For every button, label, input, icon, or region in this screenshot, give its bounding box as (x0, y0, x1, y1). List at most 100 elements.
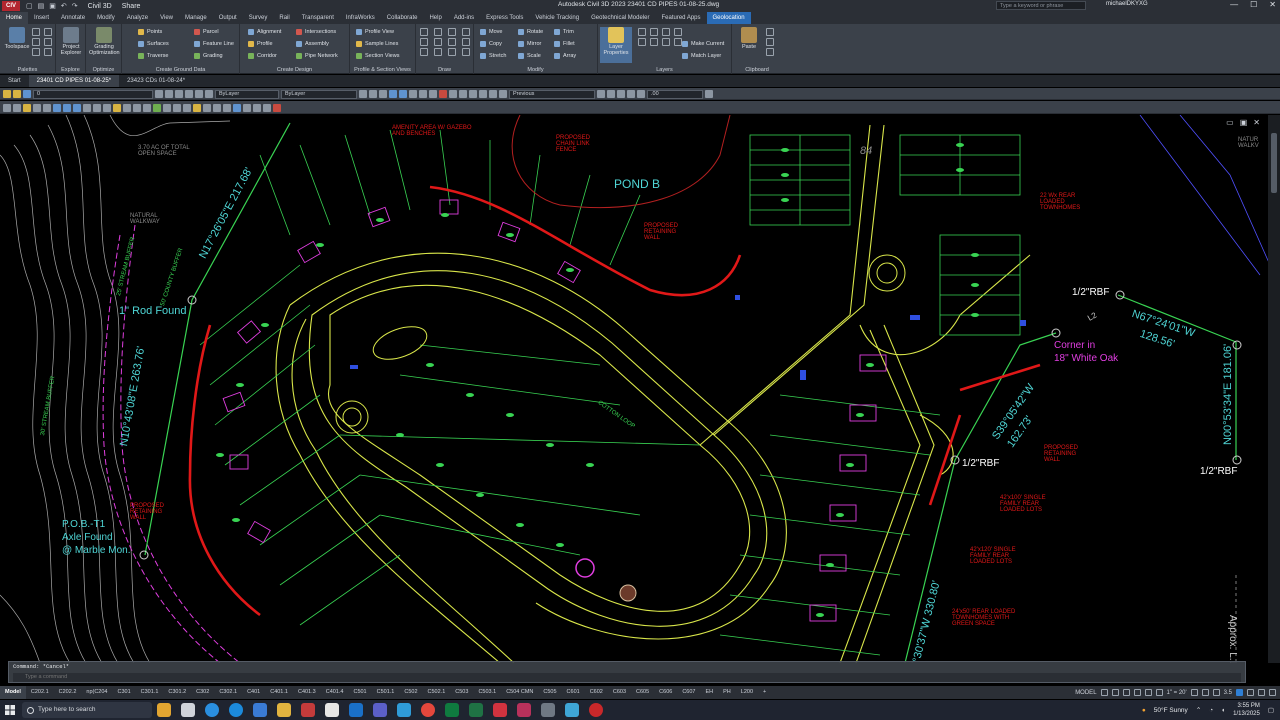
tool-icon[interactable] (183, 103, 191, 112)
layout-tab[interactable]: C505 (538, 686, 561, 699)
dim4-icon[interactable] (627, 90, 635, 98)
dist-icon[interactable] (419, 90, 427, 98)
app-icon[interactable] (565, 703, 579, 717)
tab-modify[interactable]: Modify (91, 12, 121, 24)
annotation-icon[interactable] (705, 90, 713, 98)
layout-tab[interactable]: C401.3 (293, 686, 321, 699)
layer-iso-icon[interactable] (165, 90, 173, 98)
network-icon[interactable]: ◔ (1209, 707, 1213, 714)
move-button[interactable]: Move (480, 27, 502, 37)
layout-tab[interactable]: C202.2 (54, 686, 82, 699)
palette-icon[interactable] (44, 28, 52, 36)
copy-button[interactable]: Copy (480, 39, 502, 49)
grading-optimization-button[interactable]: Grading Optimization (89, 27, 120, 56)
dim2-icon[interactable] (607, 90, 615, 98)
tab-survey[interactable]: Survey (243, 12, 274, 24)
volume-icon[interactable]: ◖ (1221, 707, 1225, 714)
tab-annotate[interactable]: Annotate (55, 12, 91, 24)
layout-tab[interactable]: C202.1 (26, 686, 54, 699)
stretch-button[interactable]: Stretch (480, 51, 506, 61)
layout-tab[interactable]: C502 (399, 686, 422, 699)
layout-tab[interactable]: C301.1 (136, 686, 164, 699)
tool-icon[interactable] (23, 103, 31, 112)
tab-geotechnical-modeler[interactable]: Geotechnical Modeler (585, 12, 655, 24)
notification-icon[interactable]: ▢ (1268, 706, 1274, 714)
point-icon[interactable] (420, 48, 428, 56)
insert-icon[interactable] (469, 90, 477, 98)
layout-tab[interactable]: C401.1 (265, 686, 293, 699)
line-icon[interactable] (420, 28, 428, 36)
layout-tab[interactable]: C502.1 (423, 686, 451, 699)
minimize-button[interactable]: — (1230, 0, 1238, 9)
tool-icon[interactable] (273, 103, 281, 112)
tool-icon[interactable] (233, 103, 241, 112)
alignment-button[interactable]: Alignment (248, 27, 281, 37)
project-explorer-button[interactable]: Project Explorer (56, 27, 86, 56)
palette-icon[interactable] (32, 38, 40, 46)
circle-icon[interactable] (448, 28, 456, 36)
dim5-icon[interactable] (637, 90, 645, 98)
array-button[interactable]: Array (554, 51, 576, 61)
pdf-icon[interactable] (301, 703, 315, 717)
area-icon[interactable] (429, 90, 437, 98)
profile-view-button[interactable]: Profile View (356, 27, 394, 37)
trim-button[interactable]: Trim (554, 27, 574, 37)
layer-tool-icon[interactable] (674, 38, 682, 46)
open-icon[interactable]: ▤ (38, 2, 45, 10)
edge-icon[interactable] (229, 703, 243, 717)
tab-analyze[interactable]: Analyze (121, 12, 154, 24)
tool-icon[interactable] (143, 103, 151, 112)
dim3-icon[interactable] (617, 90, 625, 98)
make-current-button[interactable]: Make Current (682, 39, 724, 49)
civil3d-icon[interactable] (517, 703, 531, 717)
teams-alt-icon[interactable] (445, 703, 459, 717)
zoom-icon[interactable] (389, 90, 397, 98)
app-icon[interactable] (397, 703, 411, 717)
palette-icon[interactable] (44, 48, 52, 56)
scale-button[interactable]: Scale (518, 51, 541, 61)
layout-tab[interactable]: L200 (736, 686, 758, 699)
mirror-button[interactable]: Mirror (518, 39, 541, 49)
tool-icon[interactable] (253, 103, 261, 112)
tab-help[interactable]: Help (423, 12, 447, 24)
layer-prev-icon[interactable] (155, 90, 163, 98)
linetype-combo[interactable]: ByLayer (281, 89, 357, 99)
layout-tab[interactable]: EH (700, 686, 718, 699)
palette-icon[interactable] (44, 38, 52, 46)
tool-icon[interactable] (263, 103, 271, 112)
tool-icon[interactable] (173, 103, 181, 112)
arc-icon[interactable] (462, 28, 470, 36)
excel-icon[interactable] (469, 703, 483, 717)
model-space-toggle[interactable]: MODEL (1075, 690, 1096, 696)
layout-tab[interactable]: C401.4 (321, 686, 349, 699)
ucs-icon[interactable] (499, 90, 507, 98)
close-button[interactable]: ✕ (1269, 0, 1276, 9)
palette-icon[interactable] (32, 48, 40, 56)
help-search-input[interactable]: Type a keyword or phrase (996, 1, 1086, 10)
lineweight-icon[interactable] (1155, 689, 1163, 696)
tab-infraworks[interactable]: InfraWorks (340, 12, 381, 24)
maximize-viewport-icon[interactable]: ▣ (1240, 118, 1248, 127)
widget-icon[interactable] (157, 703, 171, 717)
command-input[interactable] (13, 673, 1241, 682)
points-button[interactable]: Points (138, 27, 162, 37)
layout-tab[interactable]: C503.1 (473, 686, 501, 699)
layer-walk-icon[interactable] (205, 90, 213, 98)
tray-arrow-icon[interactable]: ⌃ (1196, 706, 1201, 714)
intersections-button[interactable]: Intersections (296, 27, 336, 37)
ortho-icon[interactable] (1122, 689, 1130, 696)
xref-icon[interactable] (479, 90, 487, 98)
recorder-icon[interactable] (589, 703, 603, 717)
layer-freeze-icon[interactable] (185, 90, 193, 98)
autocad-icon[interactable] (493, 703, 507, 717)
color-combo[interactable]: ByLayer (215, 89, 279, 99)
tool-icon[interactable] (53, 103, 61, 112)
vertical-scrollbar[interactable] (1268, 115, 1280, 663)
polyline-icon[interactable] (434, 28, 442, 36)
polar-icon[interactable] (1133, 689, 1141, 696)
cut-icon[interactable] (766, 38, 774, 46)
osnap-icon[interactable] (1144, 689, 1152, 696)
copy-clip-icon[interactable] (766, 28, 774, 36)
layout-tab[interactable]: C501.1 (372, 686, 400, 699)
tab-collaborate[interactable]: Collaborate (381, 12, 424, 24)
